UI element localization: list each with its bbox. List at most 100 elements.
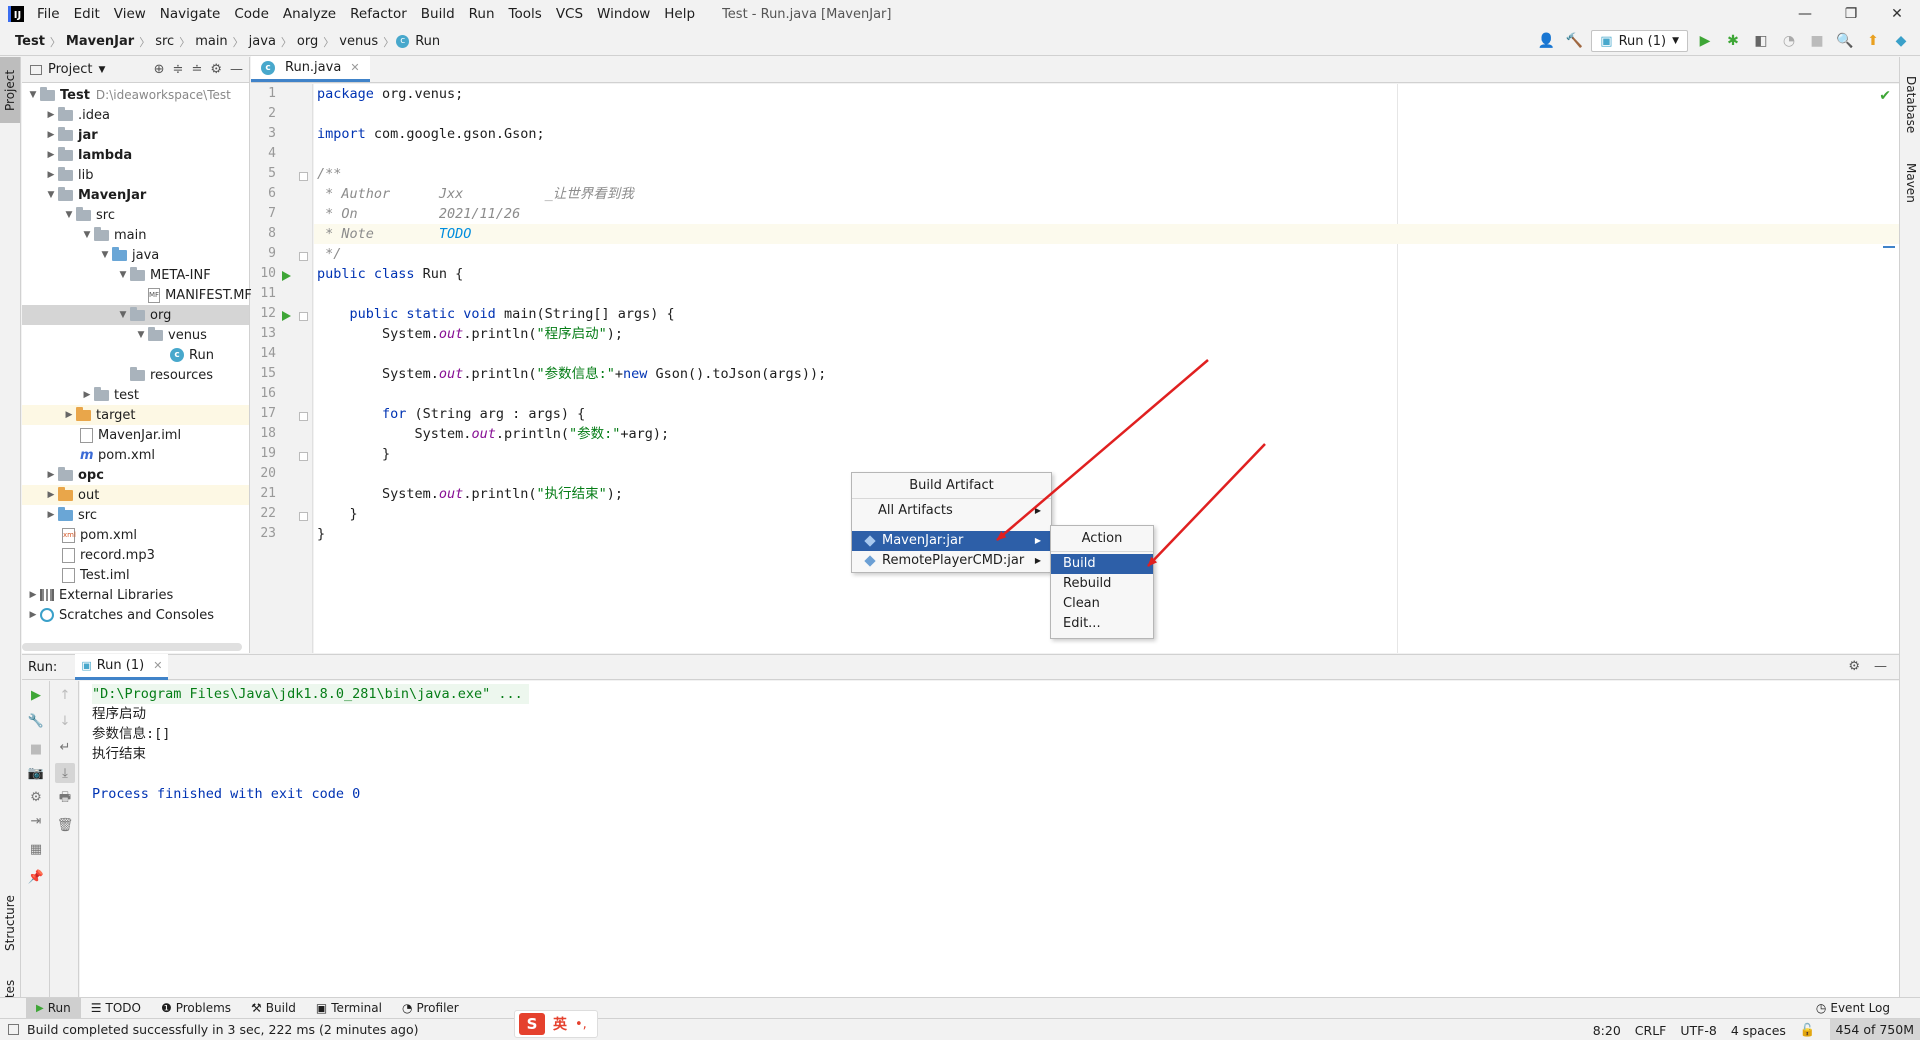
close-icon[interactable]: ✕ [153,659,162,672]
build-hammer-icon[interactable]: 🔨 [1563,30,1585,52]
tree-item-lambda[interactable]: ▶ lambda [22,145,249,165]
tree-item-record-mp3[interactable]: record.mp3 [22,545,249,565]
maximize-button[interactable]: ❐ [1828,0,1874,28]
database-tool-tab[interactable]: Database [1901,65,1920,145]
chevron-right-icon[interactable]: ▶ [44,490,58,500]
tree-item-meta-inf[interactable]: ▼ META-INF [22,265,249,285]
search-icon[interactable]: 🔍 [1834,30,1856,52]
minimize-button[interactable]: — [1782,0,1828,28]
menu-item-build[interactable]: Build [1051,554,1153,574]
tree-item-src[interactable]: ▼ src [22,205,249,225]
crumb-test[interactable]: Test [12,34,48,49]
chevron-down-icon[interactable]: ▼ [116,310,130,320]
run-gutter-icon[interactable] [282,311,291,321]
menu-item-mavenjar-jar[interactable]: MavenJar:jar ▶ [852,531,1051,551]
tree-item-out[interactable]: ▶ out [22,485,249,505]
status-message[interactable]: Build completed successfully in 3 sec, 2… [27,1022,419,1037]
run-console[interactable]: "D:\Program Files\Java\jdk1.8.0_281\bin\… [80,681,1899,997]
chevron-right-icon[interactable]: ▶ [80,390,94,400]
bottom-tab-terminal[interactable]: ▣ Terminal [306,998,392,1019]
tree-item-test-iml[interactable]: Test.iml [22,565,249,585]
run-icon[interactable]: ▶ [1694,30,1716,52]
coverage-icon[interactable]: ◧ [1750,30,1772,52]
menu-view[interactable]: View [107,0,153,28]
tree-item-pom-maven[interactable]: m pom.xml [22,445,249,465]
tree-item-external-libraries[interactable]: ▶ External Libraries [22,585,249,605]
line-separator[interactable]: CRLF [1635,1023,1667,1038]
chevron-right-icon[interactable]: ▶ [44,150,58,160]
gear-icon[interactable]: ⚙ [1848,659,1860,674]
menu-help[interactable]: Help [657,0,702,28]
chevron-right-icon[interactable]: ▶ [26,590,40,600]
tree-item-manifest[interactable]: MF MANIFEST.MF [22,285,252,305]
chevron-right-icon[interactable]: ▶ [62,410,76,420]
chevron-right-icon[interactable]: ▶ [44,510,58,520]
menu-run[interactable]: Run [462,0,502,28]
menu-code[interactable]: Code [227,0,276,28]
run-configuration-select[interactable]: ▣ Run (1) ▼ [1591,30,1688,52]
tree-item-mavenjar-iml[interactable]: MavenJar.iml [22,425,249,445]
tree-item-pom-xml[interactable]: xml pom.xml [22,525,249,545]
crumb-org[interactable]: org [294,34,321,49]
tree-item-test-folder[interactable]: ▶ test [22,385,249,405]
ime-toolbar[interactable]: S 英 •, [514,1010,598,1038]
tree-item-target[interactable]: ▶ target [22,405,249,425]
menu-refactor[interactable]: Refactor [343,0,414,28]
tree-item-org[interactable]: ▼ org [22,305,249,325]
tree-item-main[interactable]: ▼ main [22,225,249,245]
profile-icon[interactable]: ◔ [1778,30,1800,52]
chevron-down-icon[interactable]: ▼ [80,230,94,240]
trash-icon[interactable]: 🗑 [55,815,75,835]
ime-language[interactable]: 英 [553,1014,567,1034]
jetbrains-icon[interactable]: ◆ [1890,30,1912,52]
caret-position[interactable]: 8:20 [1593,1023,1621,1038]
collapse-all-icon[interactable]: ≐ [191,62,202,77]
camera-icon[interactable]: 📷 [26,763,46,783]
locate-icon[interactable]: ⊕ [154,62,165,77]
tree-item-lib[interactable]: ▶ lib [22,165,249,185]
menu-build[interactable]: Build [414,0,462,28]
arrow-up-icon[interactable]: ↑ [55,685,75,705]
arrow-down-icon[interactable]: ↓ [55,711,75,731]
crumb-main[interactable]: main [192,34,230,49]
tree-item-scratches[interactable]: ▶ Scratches and Consoles [22,605,249,625]
tree-item-opc[interactable]: ▶ opc [22,465,249,485]
menu-edit[interactable]: Edit [67,0,107,28]
chevron-right-icon[interactable]: ▶ [26,610,40,620]
chevron-right-icon[interactable]: ▶ [44,110,58,120]
crumb-src[interactable]: src [152,34,177,49]
fold-icon[interactable] [299,172,308,181]
crumb-venus[interactable]: venus [336,34,381,49]
bottom-tab-problems[interactable]: ❶ Problems [151,998,241,1019]
chevron-down-icon[interactable]: ▼ [26,90,40,100]
gear-icon[interactable]: ⚙ [210,62,222,77]
event-log-button[interactable]: ◷ Event Log [1816,1001,1920,1015]
tree-item-run[interactable]: c Run [22,345,249,365]
bottom-tab-todo[interactable]: ☰ TODO [81,998,151,1019]
fold-icon[interactable] [299,312,308,321]
fold-icon[interactable] [299,452,308,461]
stop-icon[interactable]: ■ [1806,30,1828,52]
tree-item-resources[interactable]: resources [22,365,249,385]
file-encoding[interactable]: UTF-8 [1680,1023,1716,1038]
no-problems-check-icon[interactable]: ✔ [1879,88,1891,104]
crumb-java[interactable]: java [246,34,279,49]
bottom-tab-build[interactable]: ⚒ Build [241,998,306,1019]
exit-icon[interactable]: ⇥ [26,811,46,831]
crumb-run[interactable]: Run [412,34,443,49]
tree-item-mavenjar[interactable]: ▼ MavenJar [22,185,249,205]
rerun-icon[interactable]: ▶ [26,685,46,705]
maven-tool-tab[interactable]: Maven [1901,153,1920,213]
chevron-right-icon[interactable]: ▶ [44,470,58,480]
lock-icon[interactable]: 🔓 [1800,1022,1816,1038]
structure-tool-tab[interactable]: Structure [0,883,20,963]
pin-icon[interactable]: 📌 [26,867,46,887]
tree-item-venus[interactable]: ▼ venus [22,325,249,345]
tree-item-src-root[interactable]: ▶ src [22,505,249,525]
run-gutter-icon[interactable] [282,271,291,281]
user-icon[interactable]: 👤 [1535,30,1557,52]
chevron-right-icon[interactable]: ▶ [44,130,58,140]
menu-file[interactable]: File [30,0,67,28]
menu-item-all-artifacts[interactable]: All Artifacts ▶ [852,501,1051,521]
print-icon[interactable]: 🖶 [55,789,75,809]
